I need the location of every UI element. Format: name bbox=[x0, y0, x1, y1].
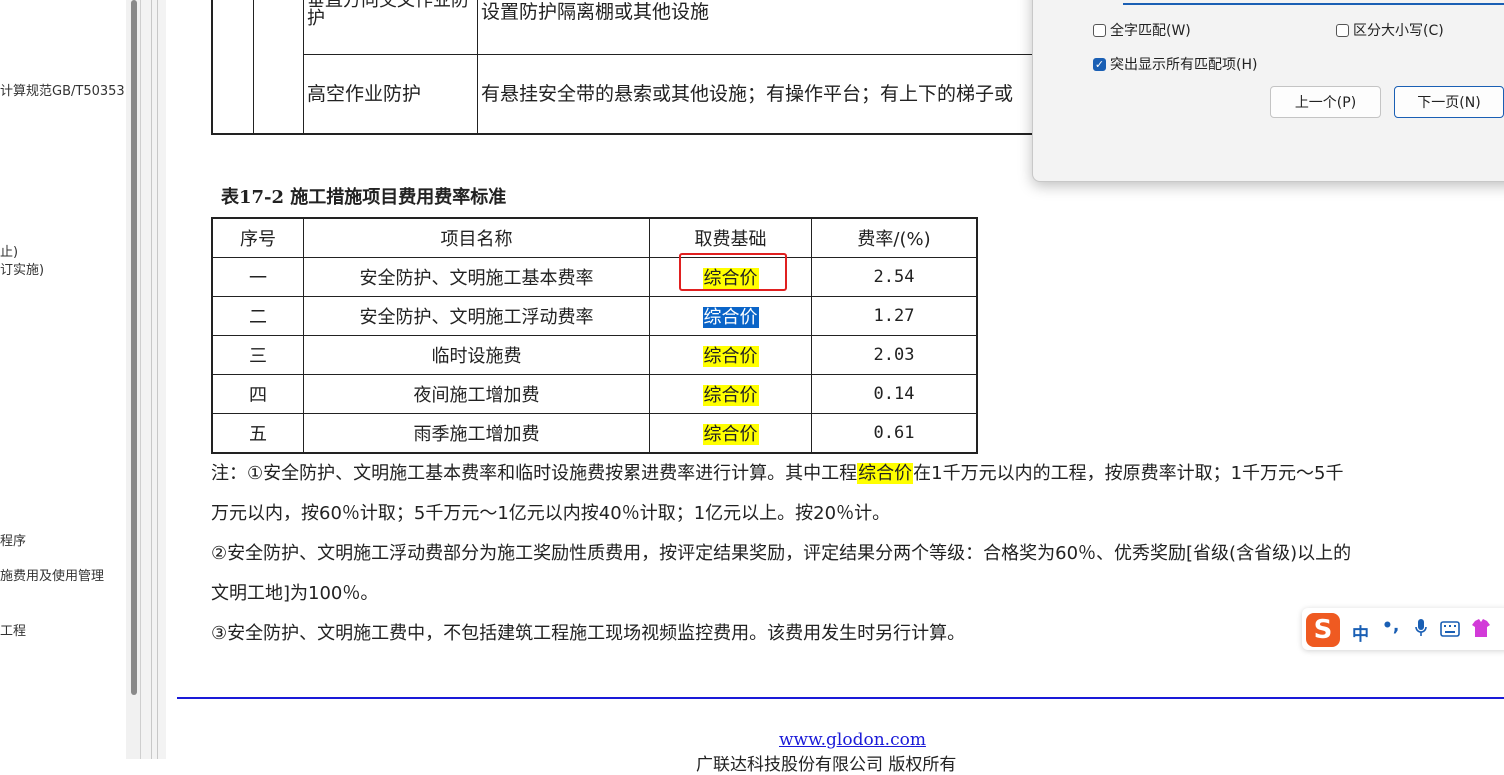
footer-copyright: 广联达科技股份有限公司 版权所有 bbox=[696, 755, 957, 775]
checkbox-checked-icon[interactable]: ✓ bbox=[1093, 57, 1106, 71]
row1-name-cell: 垂直方向交叉作业防护 bbox=[307, 0, 469, 29]
row-name: 安全防护、文明施工浮动费率 bbox=[303, 296, 650, 336]
table-row: 五 雨季施工增加费 综合价 0.61 bbox=[211, 413, 978, 454]
row-number: 二 bbox=[211, 296, 304, 336]
table-header-row: 序号 项目名称 取费基础 费率/(%) bbox=[211, 217, 978, 258]
annotation-highlight-box bbox=[679, 253, 787, 291]
note-2-continued: 文明工地]为100％。 bbox=[211, 583, 379, 604]
row-number: 一 bbox=[211, 257, 304, 297]
sidebar-item[interactable]: 程序 bbox=[0, 530, 26, 549]
outline-sidebar: 计算规范GB/T50353 止) 订实施) 程序 施费用及使用管理 工程 bbox=[0, 0, 126, 759]
search-field-underline bbox=[1123, 3, 1504, 5]
pane-divider[interactable] bbox=[140, 0, 167, 759]
footer-link[interactable]: www.glodon.com bbox=[779, 730, 926, 750]
search-match[interactable]: 综合价 bbox=[702, 385, 759, 406]
sidebar-item[interactable]: 工程 bbox=[0, 620, 26, 639]
sidebar-item[interactable]: 订实施) bbox=[0, 259, 44, 278]
search-match[interactable]: 综合价 bbox=[857, 463, 914, 484]
row-number: 三 bbox=[211, 335, 304, 375]
ime-logo-icon[interactable]: S bbox=[1306, 613, 1340, 647]
row2-name-cell: 高空作业防护 bbox=[307, 83, 422, 105]
header-cell: 项目名称 bbox=[303, 217, 650, 258]
search-match[interactable]: 综合价 bbox=[702, 346, 759, 367]
footer-divider bbox=[177, 697, 1504, 699]
table-row: 一 安全防护、文明施工基本费率 综合价 2.54 bbox=[211, 257, 978, 297]
search-match[interactable]: 综合价 bbox=[702, 424, 759, 445]
header-cell: 取费基础 bbox=[649, 217, 812, 258]
row-number: 五 bbox=[211, 413, 304, 454]
ime-punct-toggle[interactable]: •, bbox=[1382, 616, 1399, 636]
checkbox-unchecked-icon[interactable] bbox=[1336, 23, 1349, 37]
match-case-checkbox[interactable]: 区分大小写(C) bbox=[1336, 20, 1444, 40]
highlight-all-checkbox[interactable]: ✓ 突出显示所有匹配项(H) bbox=[1093, 54, 1257, 74]
sidebar-item[interactable]: 止) bbox=[0, 241, 18, 260]
table-row: 三 临时设施费 综合价 2.03 bbox=[211, 335, 978, 375]
table-row: 二 安全防护、文明施工浮动费率 综合价 1.27 bbox=[211, 296, 978, 336]
note-2: ②安全防护、文明施工浮动费部分为施工奖励性质费用，按评定结果奖励，评定结果分两个… bbox=[211, 543, 1352, 564]
skin-icon[interactable] bbox=[1470, 618, 1492, 643]
note-1: 注：①安全防护、文明施工基本费率和临时设施费按累进费率进行计算。其中工程综合价在… bbox=[211, 463, 1344, 484]
row-rate: 0.14 bbox=[811, 374, 978, 414]
row-name: 夜间施工增加费 bbox=[303, 374, 650, 414]
sidebar-item[interactable]: 计算规范GB/T50353 bbox=[0, 80, 125, 99]
checkbox-unchecked-icon[interactable] bbox=[1093, 23, 1106, 37]
sidebar-scrollbar-thumb[interactable] bbox=[131, 0, 137, 695]
next-button[interactable]: 下一页(N) bbox=[1394, 86, 1504, 118]
ime-toolbar[interactable]: S 中 •, bbox=[1302, 608, 1504, 650]
row-rate: 0.61 bbox=[811, 413, 978, 454]
row-name: 雨季施工增加费 bbox=[303, 413, 650, 454]
row1-desc-cell: 设置防护隔离棚或其他设施 bbox=[481, 1, 710, 23]
match-whole-word-checkbox[interactable]: 全字匹配(W) bbox=[1093, 20, 1191, 40]
row2-desc-cell: 有悬挂安全带的悬索或其他设施；有操作平台；有上下的梯子或 bbox=[481, 83, 1014, 105]
table-row: 四 夜间施工增加费 综合价 0.14 bbox=[211, 374, 978, 414]
keyboard-icon[interactable] bbox=[1440, 621, 1460, 642]
ime-mode-toggle[interactable]: 中 bbox=[1352, 620, 1369, 645]
header-cell: 序号 bbox=[211, 217, 304, 258]
row-name: 安全防护、文明施工基本费率 bbox=[303, 257, 650, 297]
row-rate: 2.54 bbox=[811, 257, 978, 297]
header-cell: 费率/(%) bbox=[811, 217, 978, 258]
row-rate: 2.03 bbox=[811, 335, 978, 375]
current-search-match[interactable]: 综合价 bbox=[702, 307, 759, 328]
protection-table: 垂直方向交叉作业防护 设置防护隔离棚或其他设施 高空作业防护 有悬挂安全带的悬索… bbox=[211, 0, 1171, 135]
mic-icon[interactable] bbox=[1414, 617, 1428, 644]
note-1-continued: 万元以内，按60％计取；5千万元～1亿元以内按40％计取；1亿元以上。按20％计… bbox=[211, 503, 891, 524]
find-dialog: 全字匹配(W) 区分大小写(C) ✓ 突出显示所有匹配项(H) 上一个(P) 下… bbox=[1032, 0, 1504, 182]
row-number: 四 bbox=[211, 374, 304, 414]
previous-button[interactable]: 上一个(P) bbox=[1270, 86, 1381, 118]
fee-rate-table: 序号 项目名称 取费基础 费率/(%) 一 安全防护、文明施工基本费率 综合价 … bbox=[211, 217, 978, 454]
row-rate: 1.27 bbox=[811, 296, 978, 336]
note-3: ③安全防护、文明施工费中，不包括建筑工程施工现场视频监控费用。该费用发生时另行计… bbox=[211, 623, 966, 644]
table-title: 表17-2 施工措施项目费用费率标准 bbox=[221, 187, 507, 208]
sidebar-item[interactable]: 施费用及使用管理 bbox=[0, 565, 104, 584]
row-name: 临时设施费 bbox=[303, 335, 650, 375]
